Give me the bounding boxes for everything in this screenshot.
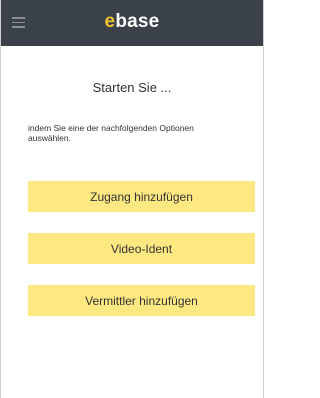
add-broker-button-label: Vermittler hinzufügen: [85, 293, 198, 308]
logo-accent-letter: e: [104, 11, 116, 32]
intro-text: indem Sie eine der nachfolgenden Optione…: [28, 123, 194, 143]
app-header: ebase: [0, 0, 264, 46]
page-title: Starten Sie ...: [92, 80, 172, 95]
video-ident-button-label: Video-Ident: [110, 241, 173, 256]
logo-text: base: [115, 11, 160, 32]
add-access-button[interactable]: Zugang hinzufügen: [28, 181, 255, 212]
add-broker-button[interactable]: Vermittler hinzufügen: [28, 285, 255, 316]
add-access-button-label: Zugang hinzufügen: [90, 189, 193, 204]
video-ident-button[interactable]: Video-Ident: [28, 233, 255, 264]
ebase-logo: ebase: [0, 11, 264, 33]
